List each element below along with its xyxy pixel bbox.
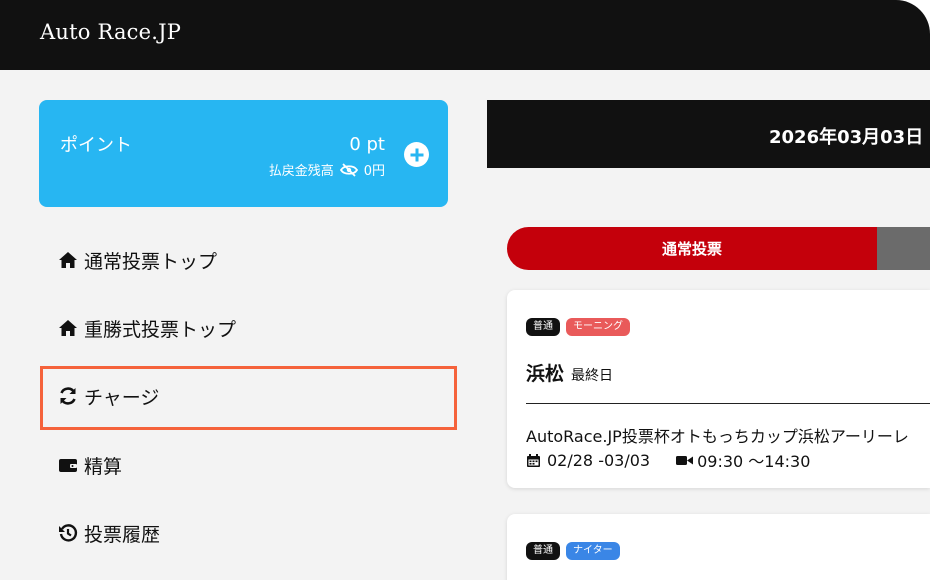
race-time: 09:30 〜14:30 — [697, 452, 811, 471]
nav-item-normal-vote-top[interactable]: 通常投票トップ — [58, 245, 217, 275]
points-value: 0 pt — [349, 134, 385, 155]
points-card: ポイント 0 pt 払戻金残高 0円 — [39, 100, 448, 207]
refund-balance: 払戻金残高 0円 — [269, 160, 385, 179]
nav-item-label: 精算 — [84, 455, 123, 478]
video-icon — [676, 453, 694, 468]
sync-icon — [58, 386, 78, 406]
race-card[interactable]: 普通 モーニング 浜松 最終日 AutoRace.JP投票杯オトもっちカップ浜松… — [507, 290, 930, 488]
eye-slash-icon[interactable] — [339, 162, 358, 177]
refund-value: 0円 — [363, 164, 385, 179]
grade-badge: 普通 — [526, 318, 560, 336]
race-badges: 普通 ナイター — [526, 542, 620, 560]
top-header: Auto Race.JP — [0, 0, 930, 70]
venue: 浜松 最終日 — [526, 359, 613, 386]
race-card[interactable]: 普通 ナイター — [507, 514, 930, 580]
home-icon — [58, 250, 78, 270]
race-title: AutoRace.JP投票杯オトもっちカップ浜松アーリーレ — [526, 427, 909, 446]
race-badges: 普通 モーニング — [526, 318, 630, 336]
nav-item-vote-history[interactable]: 投票履歴 — [58, 518, 160, 548]
refund-label: 払戻金残高 — [268, 164, 334, 179]
nav-item-label: チャージ — [84, 386, 160, 409]
nav-item-label: 重勝式投票トップ — [84, 318, 237, 341]
session-badge: ナイター — [566, 542, 620, 560]
nav-item-multi-win-vote-top[interactable]: 重勝式投票トップ — [58, 313, 236, 343]
nav-item-charge[interactable]: チャージ — [58, 381, 159, 411]
race-dates: 02/28 -03/03 — [547, 450, 651, 470]
venue-day: 最終日 — [571, 368, 614, 384]
history-icon — [58, 523, 78, 543]
app-frame: Auto Race.JP ポイント 0 pt 払戻金残高 0円 通常投票トップ — [0, 0, 930, 580]
calendar-icon — [526, 453, 541, 468]
tab-other[interactable] — [877, 227, 930, 270]
add-points-button[interactable] — [404, 142, 429, 167]
session-badge: モーニング — [566, 318, 630, 336]
grade-badge: 普通 — [526, 542, 560, 560]
vote-type-tabs: 通常投票 — [507, 227, 930, 270]
home-icon — [58, 318, 78, 338]
nav-item-label: 投票履歴 — [84, 523, 161, 546]
nav-item-settlement[interactable]: 精算 — [58, 450, 122, 480]
brand-logo[interactable]: Auto Race.JP — [40, 20, 181, 44]
tab-normal-vote[interactable]: 通常投票 — [507, 227, 877, 270]
race-meta: 02/28 -03/03 09:30 〜14:30 — [526, 448, 810, 472]
date-bar: 2026年03月03日 — [487, 100, 930, 168]
points-label: ポイント — [60, 135, 132, 156]
wallet-icon — [58, 455, 78, 475]
current-date: 2026年03月03日 — [769, 127, 924, 148]
venue-name: 浜松 — [526, 363, 565, 385]
nav-item-label: 通常投票トップ — [84, 250, 218, 273]
divider — [526, 403, 930, 404]
